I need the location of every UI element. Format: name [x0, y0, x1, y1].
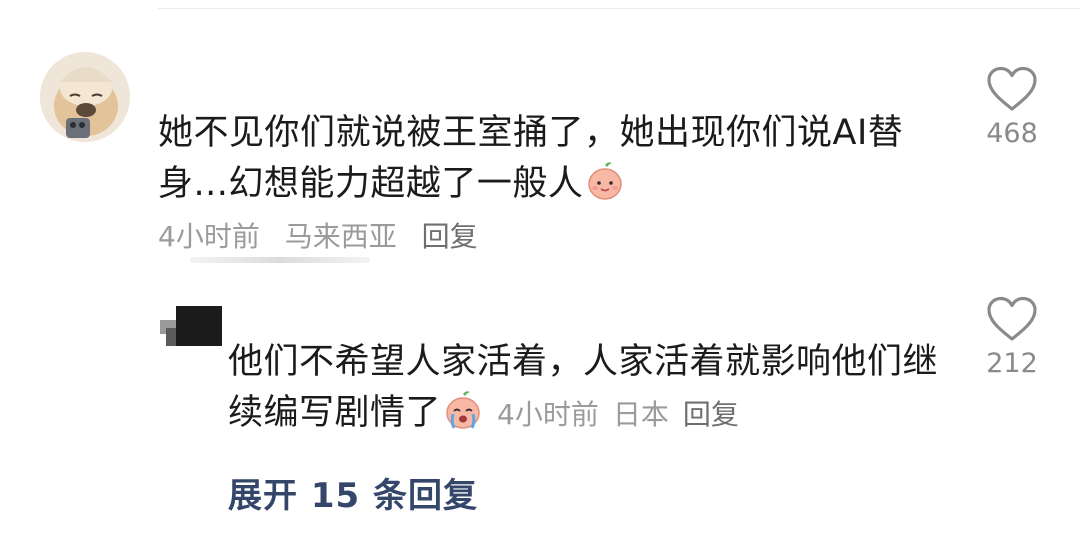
like-count: 212 — [986, 348, 1038, 379]
reply-button[interactable]: 回复 — [422, 220, 478, 253]
crying-peach-emoji — [443, 390, 483, 430]
comment-body: 她不见你们就说被王室捅了，她出现你们说AI替身...幻想能力超越了一般人 — [158, 113, 904, 204]
avatar[interactable] — [40, 52, 130, 142]
comment-time: 4小时前 — [158, 220, 260, 253]
top-divider — [158, 8, 1080, 9]
comment-meta: 4小时前 马来西亚 回复 — [158, 215, 494, 255]
comment-text: 她不见你们就说被王室捅了，她出现你们说AI替身...幻想能力超越了一般人 — [158, 108, 948, 210]
expand-replies-button[interactable]: 展开 15 条回复 — [228, 468, 478, 517]
heart-icon — [987, 66, 1037, 111]
like-count: 468 — [986, 118, 1038, 149]
like-button[interactable]: 468 — [972, 66, 1052, 149]
comment-time: 4小时前 — [497, 398, 599, 431]
peach-face-emoji — [585, 161, 625, 201]
scroll-indicator — [190, 257, 370, 263]
reply-button[interactable]: 回复 — [683, 398, 739, 431]
comment-location: 日本 — [612, 398, 669, 431]
comment-meta: 4小时前 日本 回复 — [497, 398, 753, 431]
heart-icon — [987, 296, 1037, 341]
reply-comment-text: 他们不希望人家活着，人家活着就影响他们继续编写剧情了 4小时前 日本 回复 — [228, 337, 948, 440]
comment-location: 马来西亚 — [284, 220, 397, 253]
avatar[interactable] — [158, 306, 222, 346]
like-button[interactable]: 212 — [972, 296, 1052, 379]
